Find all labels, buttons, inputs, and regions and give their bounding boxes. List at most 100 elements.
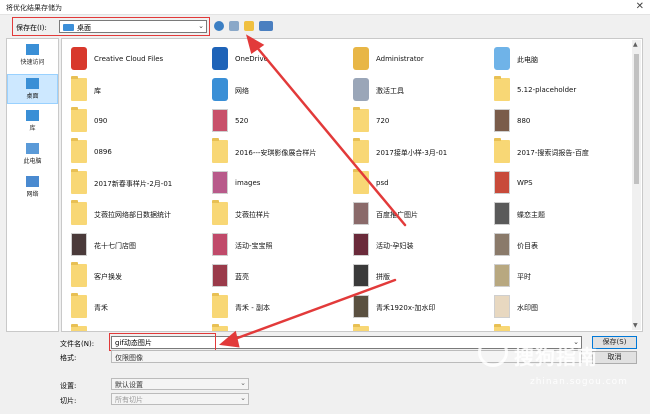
folder-icon [353, 324, 369, 331]
file-name: 蝶恋主题 [517, 211, 545, 219]
file-item[interactable]: 激活工具 [348, 75, 489, 106]
file-item[interactable]: 活动-宝宝照 [207, 230, 348, 261]
file-item[interactable]: 水印图 [489, 292, 630, 323]
sidebar-item[interactable]: 快速访问 [7, 41, 58, 71]
folder-icon [212, 324, 228, 331]
sidebar-item[interactable]: 库 [7, 107, 58, 137]
app-icon [212, 78, 228, 101]
location-value: 桌面 [77, 24, 91, 32]
app-icon [353, 47, 369, 70]
file-name: 客户换发 [94, 273, 122, 281]
file-item[interactable] [348, 323, 489, 331]
file-name: 价目表 [517, 242, 538, 250]
file-item[interactable]: 青禾 [66, 292, 207, 323]
file-name: 2017接单小样-3月-01 [376, 149, 448, 157]
folder-icon [494, 138, 510, 163]
filename-field[interactable]: ⌄ [111, 336, 582, 349]
file-item[interactable]: 花十七门店图 [66, 230, 207, 261]
file-item[interactable]: 2017接单小样-3月-01 [348, 137, 489, 168]
app-icon [494, 47, 510, 70]
sidebar-item[interactable]: 桌面 [7, 74, 58, 104]
view-menu-icon[interactable] [259, 21, 273, 31]
file-item[interactable]: 客户换发 [66, 261, 207, 292]
image-thumbnail [212, 171, 228, 194]
folder-icon [212, 293, 228, 318]
file-item[interactable]: 蝶恋主题 [489, 199, 630, 230]
filename-input[interactable] [112, 337, 562, 348]
image-thumbnail [212, 264, 228, 287]
file-name: 花十七门店图 [94, 242, 136, 250]
file-name: 880 [517, 117, 531, 125]
slices-label: 切片: [60, 397, 77, 405]
file-item[interactable]: 平时 [489, 261, 630, 292]
file-item[interactable]: OneDrive [207, 44, 348, 75]
file-item[interactable]: 活动-孕妇装 [348, 230, 489, 261]
back-icon[interactable] [214, 21, 224, 31]
folder-icon [71, 76, 87, 101]
sidebar-item-label: 桌面 [26, 93, 39, 100]
app-icon [212, 47, 228, 70]
file-item[interactable]: 880 [489, 106, 630, 137]
file-name: 青禾1920x-加水印 [376, 304, 436, 312]
file-item[interactable]: 库 [66, 75, 207, 106]
chevron-down-icon: ⌄ [240, 394, 246, 402]
file-item[interactable]: 720 [348, 106, 489, 137]
file-item[interactable]: 此电脑 [489, 44, 630, 75]
file-item[interactable]: 090 [66, 106, 207, 137]
file-item[interactable] [489, 323, 630, 331]
file-grid: Creative Cloud Files OneDrive Administrato… [66, 44, 630, 331]
close-icon[interactable]: ✕ [636, 1, 644, 12]
new-folder-icon[interactable] [244, 21, 254, 31]
image-thumbnail [494, 233, 510, 256]
file-name: 百度推广图片 [376, 211, 418, 219]
location-dropdown[interactable]: 桌面 ⌄ [59, 20, 207, 33]
file-item[interactable]: 2016---安琪影像展合样片 [207, 137, 348, 168]
file-item[interactable]: 网络 [207, 75, 348, 106]
file-name: 720 [376, 117, 390, 125]
chevron-down-icon[interactable]: ⌄ [573, 338, 579, 346]
file-item[interactable]: 百度推广图片 [348, 199, 489, 230]
sidebar-item[interactable]: 网络 [7, 173, 58, 203]
file-name: 5.12-placeholder [517, 86, 577, 94]
file-item[interactable]: 拼版 [348, 261, 489, 292]
folder-icon [71, 200, 87, 225]
file-item[interactable]: 价目表 [489, 230, 630, 261]
file-item[interactable]: Administrator [348, 44, 489, 75]
file-item[interactable]: 520 [207, 106, 348, 137]
scroll-up-icon[interactable]: ▲ [633, 41, 638, 48]
scrollbar-thumb[interactable] [634, 54, 639, 184]
file-item[interactable]: WPS [489, 168, 630, 199]
file-item[interactable]: 2017新春事样片-2月-01 [66, 168, 207, 199]
file-name: OneDrive [235, 55, 268, 63]
folder-icon [71, 324, 87, 331]
folder-icon [71, 107, 87, 132]
file-item[interactable]: 蓝亮 [207, 261, 348, 292]
cancel-button[interactable]: 取消 [592, 351, 637, 364]
library-icon [26, 110, 39, 121]
file-item[interactable]: psd [348, 168, 489, 199]
file-item[interactable]: 青禾 - 副本 [207, 292, 348, 323]
file-item[interactable]: 艾薇拉网络部日数据统计 [66, 199, 207, 230]
chevron-down-icon: ⌄ [198, 22, 204, 30]
vertical-scrollbar[interactable]: ▲ ▼ [632, 40, 641, 330]
file-item[interactable]: 青禾1920x-加水印 [348, 292, 489, 323]
sidebar-item[interactable]: 此电脑 [7, 140, 58, 170]
file-name: 激活工具 [376, 87, 404, 95]
up-folder-icon[interactable] [229, 21, 239, 31]
file-item[interactable] [66, 323, 207, 331]
folder-icon [353, 138, 369, 163]
file-item[interactable]: 2017-搜索词报告-百度 [489, 137, 630, 168]
network-icon [26, 176, 39, 187]
slices-select[interactable]: 所有切片 ⌄ [111, 393, 249, 405]
file-item[interactable] [207, 323, 348, 331]
file-item[interactable]: 艾薇拉样片 [207, 199, 348, 230]
file-name: WPS [517, 179, 533, 187]
scroll-down-icon[interactable]: ▼ [633, 322, 638, 329]
settings-select[interactable]: 默认设置 ⌄ [111, 378, 249, 390]
file-item[interactable]: 5.12-placeholder [489, 75, 630, 106]
file-item[interactable]: images [207, 168, 348, 199]
format-select[interactable]: 仅限图像 [111, 350, 582, 363]
save-button[interactable]: 保存(S) [592, 336, 637, 349]
file-item[interactable]: Creative Cloud Files [66, 44, 207, 75]
file-item[interactable]: 0896 [66, 137, 207, 168]
